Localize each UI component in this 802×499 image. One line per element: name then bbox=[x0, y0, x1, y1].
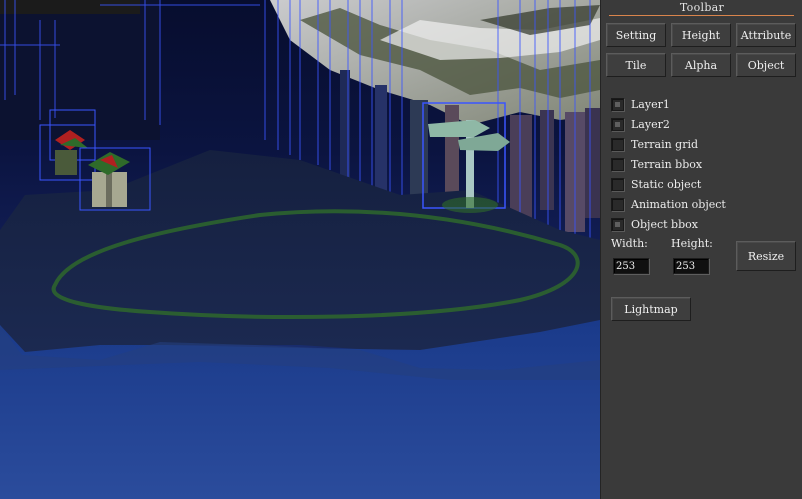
checkbox-layer2[interactable]: Layer2 bbox=[611, 116, 670, 132]
checkbox-box[interactable] bbox=[611, 217, 624, 231]
checkbox-box[interactable] bbox=[611, 177, 624, 191]
checkbox-label: Layer1 bbox=[631, 97, 670, 111]
checkbox-static-object[interactable]: Static object bbox=[611, 176, 701, 192]
checkbox-label: Static object bbox=[631, 177, 702, 191]
height-button[interactable]: Height bbox=[671, 23, 731, 47]
checkbox-object-bbox[interactable]: Object bbox bbox=[611, 216, 698, 232]
width-input[interactable] bbox=[613, 258, 649, 274]
toolbar-panel: Toolbar Setting Height Attribute Tile Al… bbox=[600, 0, 802, 499]
checkbox-label: Animation object bbox=[631, 197, 726, 211]
tile-button[interactable]: Tile bbox=[606, 53, 666, 77]
scene-viewport[interactable] bbox=[0, 0, 600, 499]
toolbar-title-underline bbox=[609, 15, 794, 16]
checkbox-label: Terrain grid bbox=[631, 137, 699, 151]
checkbox-terrain-bbox[interactable]: Terrain bbox bbox=[611, 156, 702, 172]
checkbox-box[interactable] bbox=[611, 157, 624, 171]
width-label: Width: bbox=[611, 237, 648, 250]
attribute-button[interactable]: Attribute bbox=[736, 23, 796, 47]
snow-ground bbox=[0, 320, 600, 499]
lightmap-button[interactable]: Lightmap bbox=[611, 297, 691, 321]
checkbox-box[interactable] bbox=[611, 137, 624, 151]
checkbox-label: Terrain bbox bbox=[631, 157, 703, 171]
checkbox-label: Object bbox bbox=[631, 217, 698, 231]
checkbox-box[interactable] bbox=[611, 197, 624, 211]
alpha-button[interactable]: Alpha bbox=[671, 53, 731, 77]
height-label: Height: bbox=[671, 237, 713, 250]
setting-button[interactable]: Setting bbox=[606, 23, 666, 47]
height-input[interactable] bbox=[673, 258, 709, 274]
checkbox-box[interactable] bbox=[611, 117, 624, 131]
checkbox-label: Layer2 bbox=[631, 117, 670, 131]
resize-button[interactable]: Resize bbox=[736, 241, 796, 271]
snowy-tree-canopy bbox=[270, 0, 600, 125]
object-button[interactable]: Object bbox=[736, 53, 796, 77]
checkbox-layer1[interactable]: Layer1 bbox=[611, 96, 670, 112]
checkbox-animation-object[interactable]: Animation object bbox=[611, 196, 726, 212]
roof-edge bbox=[0, 0, 140, 14]
editor-window: Toolbar Setting Height Attribute Tile Al… bbox=[0, 0, 802, 499]
toolbar-title: Toolbar bbox=[679, 1, 725, 14]
checkbox-box[interactable] bbox=[611, 97, 624, 111]
back-wall bbox=[0, 0, 160, 140]
checkbox-terrain-grid[interactable]: Terrain grid bbox=[611, 136, 698, 152]
scene-render bbox=[0, 0, 600, 499]
